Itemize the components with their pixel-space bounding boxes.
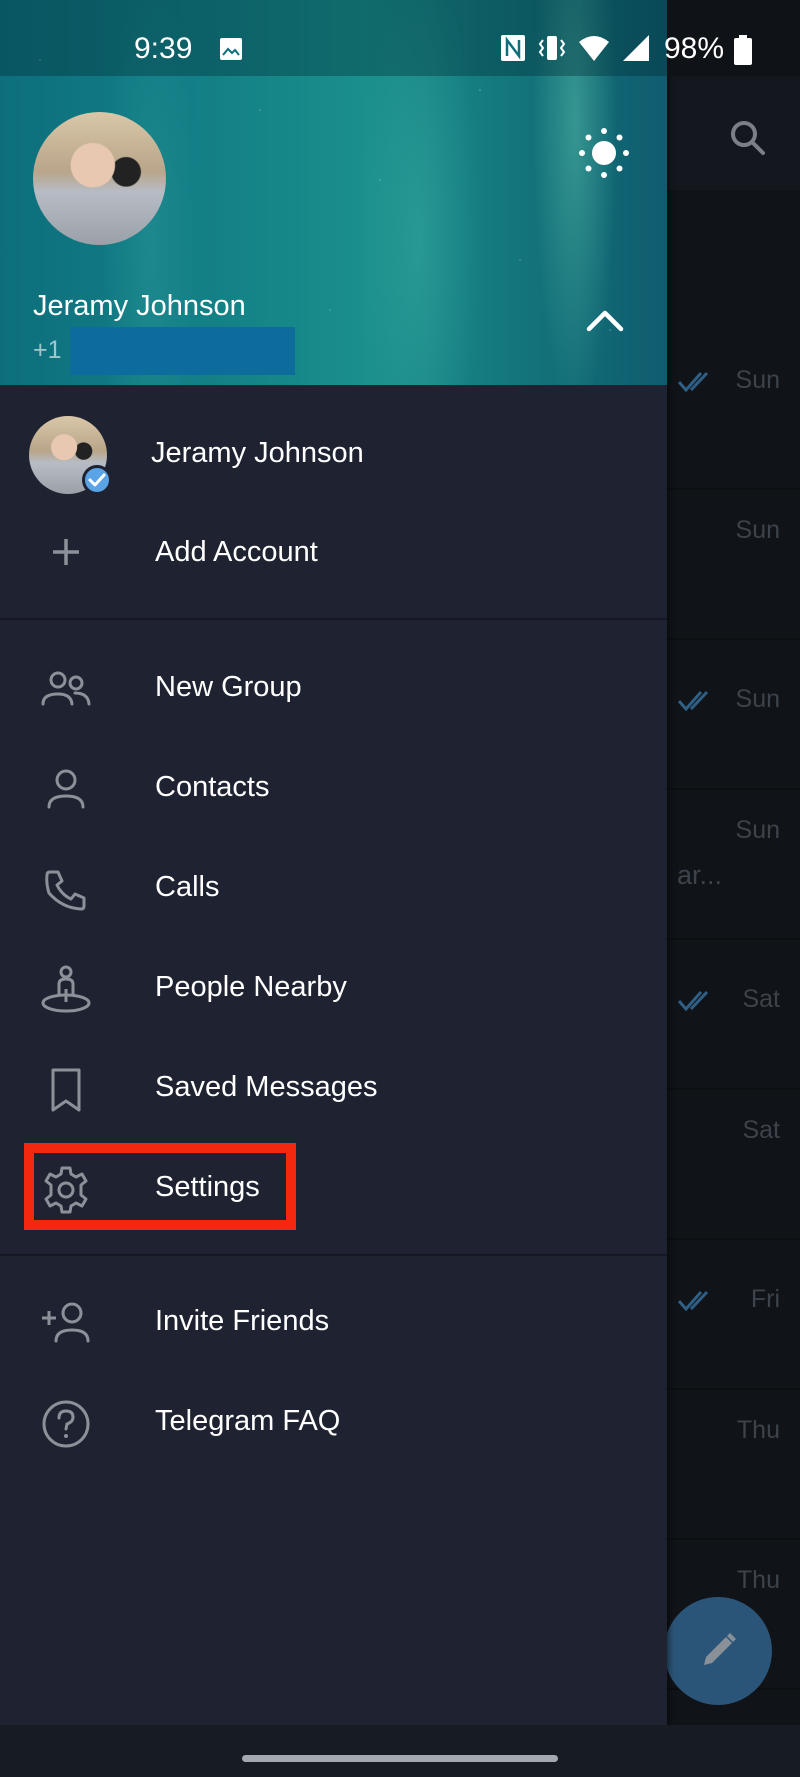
divider xyxy=(0,618,667,620)
contact-icon xyxy=(47,769,85,809)
phone-prefix: +1 xyxy=(33,336,62,364)
chat-time: Sat xyxy=(742,1116,780,1144)
profile-avatar[interactable] xyxy=(33,112,166,245)
settings-highlight-box xyxy=(24,1143,296,1230)
menu-label: New Group xyxy=(155,671,302,703)
chevron-up-icon[interactable] xyxy=(583,305,627,335)
menu-item-new-group[interactable]: New Group xyxy=(0,638,667,738)
navigation-bar xyxy=(0,1725,800,1777)
plus-icon xyxy=(53,539,79,565)
chat-time: Sat xyxy=(742,985,780,1013)
chat-row[interactable]: Sat xyxy=(667,1090,800,1240)
navigation-drawer: Jeramy Johnson +1 Jeramy Johnson Add Acc… xyxy=(0,0,667,1725)
vibrate-icon xyxy=(538,36,566,60)
menu-item-telegram-faq[interactable]: Telegram FAQ xyxy=(0,1372,667,1472)
sun-icon[interactable] xyxy=(576,125,632,181)
menu-item-contacts[interactable]: Contacts xyxy=(0,738,667,838)
chat-time: Fri xyxy=(750,1285,780,1313)
menu-item-people-nearby[interactable]: People Nearby xyxy=(0,938,667,1038)
add-account-item[interactable]: Add Account xyxy=(0,503,667,603)
chat-time: Sun xyxy=(735,366,780,394)
chat-row[interactable]: Sat xyxy=(667,940,800,1090)
add-account-label: Add Account xyxy=(155,536,318,568)
chat-row[interactable]: Thu xyxy=(667,1390,800,1540)
chat-row[interactable]: Sun xyxy=(667,340,800,490)
menu-item-invite-friends[interactable]: Invite Friends xyxy=(0,1272,667,1372)
menu-label: Saved Messages xyxy=(155,1071,378,1103)
screen: Sun Sun Sun Sun ar... Sat Sat Fri Thu Thu Jeramy … xyxy=(0,0,800,1777)
divider xyxy=(0,1254,667,1256)
group-icon xyxy=(41,671,91,706)
phone-number-redacted xyxy=(70,327,295,375)
gesture-handle[interactable] xyxy=(242,1755,558,1762)
background-chat-list[interactable]: Sun Sun Sun Sun ar... Sat Sat Fri Thu Thu xyxy=(667,0,800,1725)
menu-label: Contacts xyxy=(155,771,270,803)
menu-label: Telegram FAQ xyxy=(155,1405,341,1437)
menu-label: People Nearby xyxy=(155,971,347,1003)
chat-time: Sun xyxy=(735,685,780,713)
nfc-icon xyxy=(501,35,525,61)
profile-name: Jeramy Johnson xyxy=(33,290,246,322)
menu-label: Calls xyxy=(155,871,220,903)
status-time: 9:39 xyxy=(134,32,193,65)
menu-item-saved-messages[interactable]: Saved Messages xyxy=(0,1038,667,1138)
read-ticks-icon xyxy=(677,371,709,393)
chat-row[interactable]: Fri xyxy=(667,1240,800,1390)
read-ticks-icon xyxy=(677,990,709,1012)
status-bar: 9:39 98% xyxy=(0,0,800,76)
chat-row[interactable]: Sun xyxy=(667,490,800,640)
menu-item-calls[interactable]: Calls xyxy=(0,838,667,938)
chat-time: Thu xyxy=(736,1416,780,1444)
pencil-icon xyxy=(704,1633,736,1665)
chat-time: Sun xyxy=(735,516,780,544)
chat-row[interactable]: Sun ar... xyxy=(667,790,800,940)
checkmark-icon xyxy=(82,465,112,495)
help-icon xyxy=(42,1400,90,1448)
people-nearby-icon xyxy=(41,965,91,1013)
wifi-icon xyxy=(579,36,609,61)
add-person-icon xyxy=(42,1302,90,1343)
chat-time: Sun xyxy=(735,816,780,844)
battery-percent: 98% xyxy=(664,32,725,65)
bookmark-icon xyxy=(51,1068,81,1112)
compose-fab[interactable] xyxy=(664,1597,772,1705)
account-name: Jeramy Johnson xyxy=(151,437,364,469)
menu-label: Invite Friends xyxy=(155,1305,330,1337)
image-notification-icon xyxy=(220,38,242,60)
chat-row[interactable]: Sun xyxy=(667,640,800,790)
phone-icon xyxy=(45,870,86,911)
chat-time: Thu xyxy=(736,1566,780,1594)
signal-icon xyxy=(623,35,649,61)
read-ticks-icon xyxy=(677,690,709,712)
search-icon[interactable] xyxy=(728,118,768,158)
chat-snippet: ar... xyxy=(677,860,723,890)
battery-icon xyxy=(734,35,752,65)
read-ticks-icon xyxy=(677,1290,709,1312)
